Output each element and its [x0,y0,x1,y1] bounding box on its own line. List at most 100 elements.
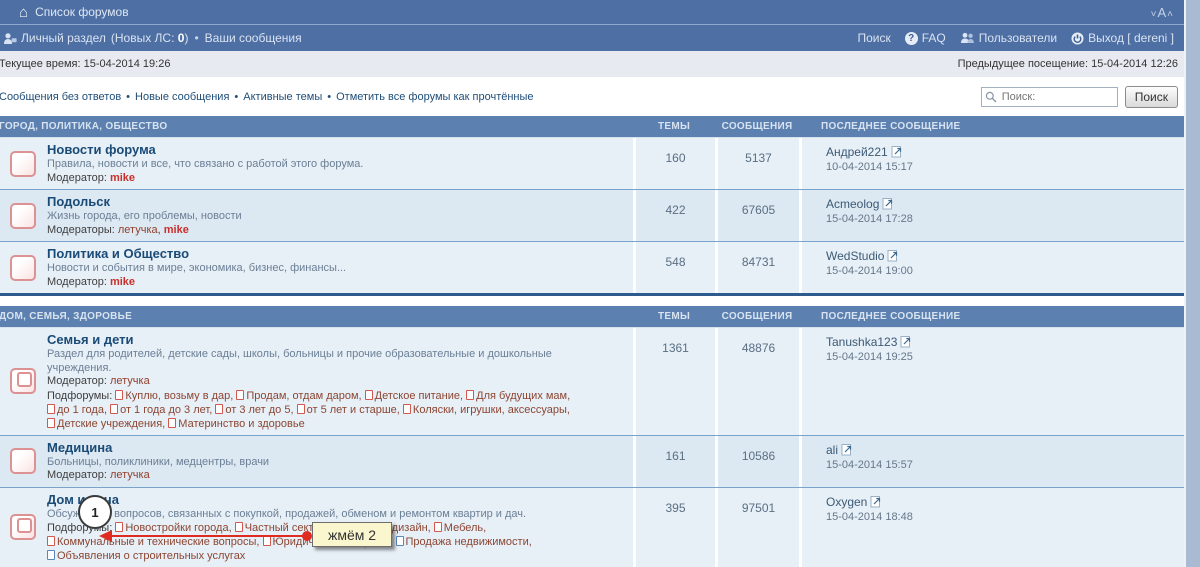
forum-title-link[interactable]: Семья и дети [47,332,627,348]
category-city-politics: ГОРОД, ПОЛИТИКА, ОБЩЕСТВО ТЕМЫ СООБЩЕНИЯ… [0,116,1184,296]
category-home-family: ДОМ, СЕМЬЯ, ЗДОРОВЬЕ ТЕМЫ СООБЩЕНИЯ ПОСЛ… [0,306,1184,567]
quicklink-unanswered[interactable]: Сообщения без ответов [0,91,121,103]
last-post-icon[interactable] [891,145,904,158]
subforum-page-icon [47,536,55,546]
subforum-link[interactable]: Коммунальные и технические вопросы [47,536,263,548]
last-post-icon[interactable] [841,443,854,456]
subforum-link[interactable]: Коляски, игрушки, аксессуары [403,404,570,416]
forum-row-news: Новости форума Правила, новости и все, ч… [0,138,1184,189]
lastpost-date: 10-04-2014 15:17 [826,161,1178,173]
subforum-link[interactable]: Материнство и здоровье [168,418,304,430]
subforum-link[interactable]: от 3 лет до 5 [215,404,296,416]
search-input[interactable] [981,87,1118,107]
forum-row-family: Семья и дети Раздел для родителей, детск… [0,328,1184,435]
forum-desc: Новости и события в мире, экономика, биз… [47,262,592,276]
subforum-page-icon [396,536,404,546]
user-card-icon [3,32,17,45]
posts-count: 48876 [715,328,799,435]
last-post-icon[interactable] [887,249,900,262]
subforum-link[interactable]: Детские учреждения [47,418,168,430]
lastpost-user-link[interactable]: ali [826,443,838,457]
lastpost-user-link[interactable]: Oxygen [826,495,867,509]
breadcrumb-forum-index-link[interactable]: Список форумов [35,5,129,19]
topics-count: 395 [633,488,715,567]
quicklink-mark-read[interactable]: Отметить все форумы как прочтённые [336,91,533,103]
forum-title-link[interactable]: Подольск [47,194,627,210]
subforum-page-icon [47,550,55,560]
quicklinks-bar: Сообщения без ответов• Новые сообщения• … [0,77,1184,116]
lastpost-user-link[interactable]: Acmeolog [826,197,879,211]
forum-desc: Больницы, поликлиники, медцентры, врачи [47,456,592,470]
posts-count: 67605 [715,190,799,241]
subforum-link[interactable]: Новостройки города [115,522,234,534]
posts-count: 5137 [715,138,799,189]
subforum-link[interactable]: от 5 лет и старше [297,404,403,416]
font-size-widget[interactable]: ˅A˄ [1151,5,1174,20]
lastpost-date: 15-04-2014 17:28 [826,213,1178,225]
last-post-icon[interactable] [882,197,895,210]
quicklink-new-posts[interactable]: Новые сообщения [135,91,229,103]
lastpost-user-link[interactable]: WedStudio [826,249,884,263]
nav-logout-link[interactable]: Выход [ dereni ] [1071,31,1174,45]
lastpost-user-link[interactable]: Tanushka123 [826,335,897,349]
subforum-link[interactable]: Детское питание [365,390,466,402]
column-header-lastpost: ПОСЛЕДНЕЕ СООБЩЕНИЕ [799,116,1184,138]
forum-title-link[interactable]: Новости форума [47,142,627,158]
moderator-link[interactable]: mike [158,224,189,236]
subforum-link[interactable]: Продажа недвижимости [396,536,532,548]
forum-title-link[interactable]: Политика и Общество [47,246,627,262]
subforum-link[interactable]: от 1 года до 3 лет [110,404,215,416]
lastpost-date: 15-04-2014 15:57 [826,459,1178,471]
forum-desc: Обсуждение вопросов, связанных с покупко… [47,508,592,522]
category-header: ДОМ, СЕМЬЯ, ЗДОРОВЬЕ ТЕМЫ СООБЩЕНИЯ ПОСЛ… [0,306,1184,328]
subforum-page-icon [168,418,176,428]
home-icon[interactable]: ⌂ [19,5,28,20]
subforum-link[interactable]: до 1 года [47,404,110,416]
posts-count: 84731 [715,242,799,293]
topics-count: 1361 [633,328,715,435]
lastpost-cell: Oxygen 15-04-2014 18:48 [799,488,1184,567]
annotation-label: жмём 2 [312,522,392,547]
nav-personal-link[interactable]: Личный раздел [3,31,106,45]
subforum-link[interactable]: Куплю, возьму в дар [115,390,236,402]
subforum-page-icon [263,536,271,546]
lastpost-user-link[interactable]: Андрей221 [826,145,888,159]
annotation-arrow-dot [302,531,312,541]
forum-title-link[interactable]: Дом и дача [47,492,627,508]
faq-icon: ? [905,32,918,45]
subforum-link[interactable]: Объявления о строительных услугах [47,550,245,562]
search-button[interactable]: Поиск [1125,86,1178,108]
user-nav-bar: Личный раздел (Новых ЛС: 0) • Ваши сообщ… [0,25,1184,51]
moderator-link[interactable]: летучка [110,375,150,387]
moderator-link[interactable]: mike [110,276,135,288]
nav-users-link[interactable]: Пользователи [960,31,1057,45]
lastpost-cell: WedStudio 15-04-2014 19:00 [799,242,1184,293]
column-header-topics: ТЕМЫ [633,306,715,328]
lastpost-date: 15-04-2014 18:48 [826,511,1178,523]
current-time-text: Текущее время: 15-04-2014 19:26 [0,58,170,70]
annotation-arrow-line [112,535,308,537]
subforum-link[interactable]: Мебель [434,522,486,534]
subforum-link[interactable]: Продам, отдам даром [236,390,364,402]
moderator-link[interactable]: летучка [110,469,150,481]
breadcrumb-bar: ⌂ Список форумов ˅A˄ [0,0,1184,25]
last-post-icon[interactable] [900,335,913,348]
last-post-icon[interactable] [870,495,883,508]
lastpost-cell: Андрей221 10-04-2014 15:17 [799,138,1184,189]
subforum-page-icon [47,404,55,414]
nav-search-link[interactable]: Поиск [857,31,890,45]
topics-count: 548 [633,242,715,293]
forum-desc: Правила, новости и все, что связано с ра… [47,158,592,172]
nav-your-posts-link[interactable]: Ваши сообщения [205,31,302,45]
moderator-link[interactable]: летучка [118,224,158,236]
nav-faq-link[interactable]: ? FAQ [905,31,946,45]
moderators-label: Модераторы: [47,224,115,236]
forum-title-link[interactable]: Медицина [47,440,627,456]
subforum-link[interactable]: Для будущих мам [466,390,570,402]
lastpost-date: 15-04-2014 19:25 [826,351,1178,363]
users-icon [960,32,975,44]
category-title: ДОМ, СЕМЬЯ, ЗДОРОВЬЕ [0,306,633,328]
quicklink-active-topics[interactable]: Активные темы [243,91,322,103]
moderator-link[interactable]: mike [110,172,135,184]
session-info-bar: Текущее время: 15-04-2014 19:26 Предыдущ… [0,51,1184,77]
